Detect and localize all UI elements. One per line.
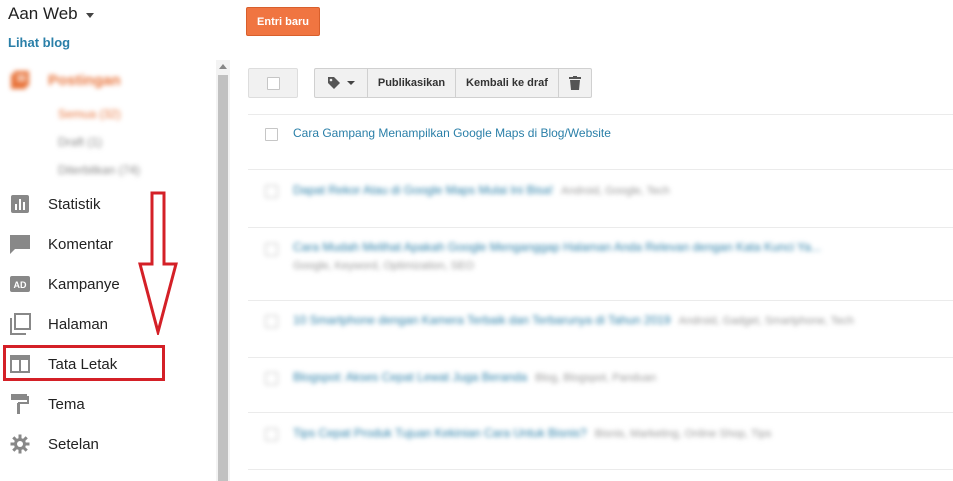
post-title[interactable]: Dapat Rekor Atau di Google Maps Mulai In… <box>293 183 670 197</box>
comment-icon <box>9 233 31 255</box>
blog-name: Aan Web <box>8 4 78 23</box>
post-title[interactable]: Blogspot: Akses Cepat Lewat Juga Beranda… <box>293 370 656 384</box>
sidebar-item-label: Statistik <box>48 195 101 213</box>
table-row[interactable]: Blogspot: Akses Cepat Lewat Juga Beranda… <box>248 357 953 412</box>
row-checkbox[interactable] <box>265 243 278 256</box>
post-actions-toolbar: Publikasikan Kembali ke draf <box>314 68 592 98</box>
sidebar-item-label: Tema <box>48 395 85 413</box>
posts-icon <box>9 69 31 91</box>
trash-icon <box>569 76 581 90</box>
sidebar-subitem-all[interactable]: Semua (32) <box>58 107 121 121</box>
tag-icon <box>328 77 340 89</box>
publish-button[interactable]: Publikasikan <box>368 69 456 97</box>
sidebar-item-label: Komentar <box>48 235 114 253</box>
post-title[interactable]: 10 Smartphone dengan Kamera Terbaik dan … <box>293 313 854 327</box>
row-checkbox[interactable] <box>265 315 278 328</box>
sidebar-item-stats[interactable]: Statistik <box>0 184 216 224</box>
post-title[interactable]: Tips Cepat Produk Tujuan Kekinian Cara U… <box>293 426 771 440</box>
sidebar-item-label: Setelan <box>48 435 99 453</box>
sidebar-subitem-published[interactable]: Diterbitkan (74) <box>58 163 140 177</box>
stats-icon <box>9 193 31 215</box>
scroll-up-arrow-icon[interactable] <box>219 64 227 69</box>
row-checkbox[interactable] <box>265 428 278 441</box>
row-checkbox[interactable] <box>265 128 278 141</box>
sidebar-subitem-draft[interactable]: Draft (1) <box>58 135 102 149</box>
checkbox[interactable] <box>266 76 280 90</box>
post-labels: Google, Keyword, Optimization, SEO <box>293 260 474 272</box>
annotation-highlight-box <box>3 345 165 381</box>
svg-text:AD: AD <box>14 280 27 290</box>
post-title[interactable]: Cara Mudah Melihat Apakah Google Mengang… <box>293 240 821 254</box>
table-row[interactable]: 10 Smartphone dengan Kamera Terbaik dan … <box>248 300 953 357</box>
sidebar-item-label: Postingan <box>48 71 121 89</box>
new-post-button[interactable]: Entri baru <box>246 7 320 36</box>
row-checkbox[interactable] <box>265 185 278 198</box>
chevron-down-icon <box>85 12 94 18</box>
post-labels: Android, Google, Tech <box>561 185 670 197</box>
post-labels: Blog, Blogspot, Panduan <box>535 372 657 384</box>
blog-selector[interactable]: Aan Web <box>8 4 94 24</box>
table-row[interactable]: Cara Mudah Melihat Apakah Google Mengang… <box>248 227 953 300</box>
ad-icon: AD <box>9 273 31 295</box>
sidebar-item-settings[interactable]: Setelan <box>0 424 216 464</box>
sidebar-item-comments[interactable]: Komentar <box>0 224 216 264</box>
sidebar-item-label: Kampanye <box>48 275 120 293</box>
table-row[interactable]: Tips Cepat Produk Tujuan Kekinian Cara U… <box>248 412 953 470</box>
row-checkbox[interactable] <box>265 372 278 385</box>
gear-icon <box>9 433 31 455</box>
table-row[interactable]: Dapat Rekor Atau di Google Maps Mulai In… <box>248 169 953 227</box>
paint-roller-icon <box>9 393 31 415</box>
sidebar-item-posts[interactable]: Postingan <box>0 60 216 100</box>
select-all-checkbox[interactable] <box>248 68 298 98</box>
view-blog-link[interactable]: Lihat blog <box>8 35 70 50</box>
table-row[interactable]: Cara Gampang Menampilkan Google Maps di … <box>248 114 953 169</box>
label-dropdown-button[interactable] <box>315 69 368 97</box>
pages-icon <box>9 313 31 335</box>
post-labels: Android, Gadget, Smartphone, Tech <box>678 315 854 327</box>
revert-to-draft-button[interactable]: Kembali ke draf <box>456 69 559 97</box>
sidebar-item-theme[interactable]: Tema <box>0 384 216 424</box>
annotation-arrow <box>138 191 178 335</box>
delete-button[interactable] <box>559 69 591 97</box>
sidebar-item-label: Halaman <box>48 315 109 333</box>
post-labels: Bisnis, Marketing, Online Shop, Tips <box>594 428 772 440</box>
sidebar-item-campaigns[interactable]: AD Kampanye <box>0 264 216 304</box>
scrollbar-thumb[interactable] <box>218 75 228 481</box>
sidebar: Postingan Semua (32) Draft (1) Diterbitk… <box>0 60 216 481</box>
post-title[interactable]: Cara Gampang Menampilkan Google Maps di … <box>293 126 611 140</box>
sidebar-scrollbar[interactable] <box>216 60 230 481</box>
sidebar-item-pages[interactable]: Halaman <box>0 304 216 344</box>
chevron-down-icon <box>347 81 355 85</box>
